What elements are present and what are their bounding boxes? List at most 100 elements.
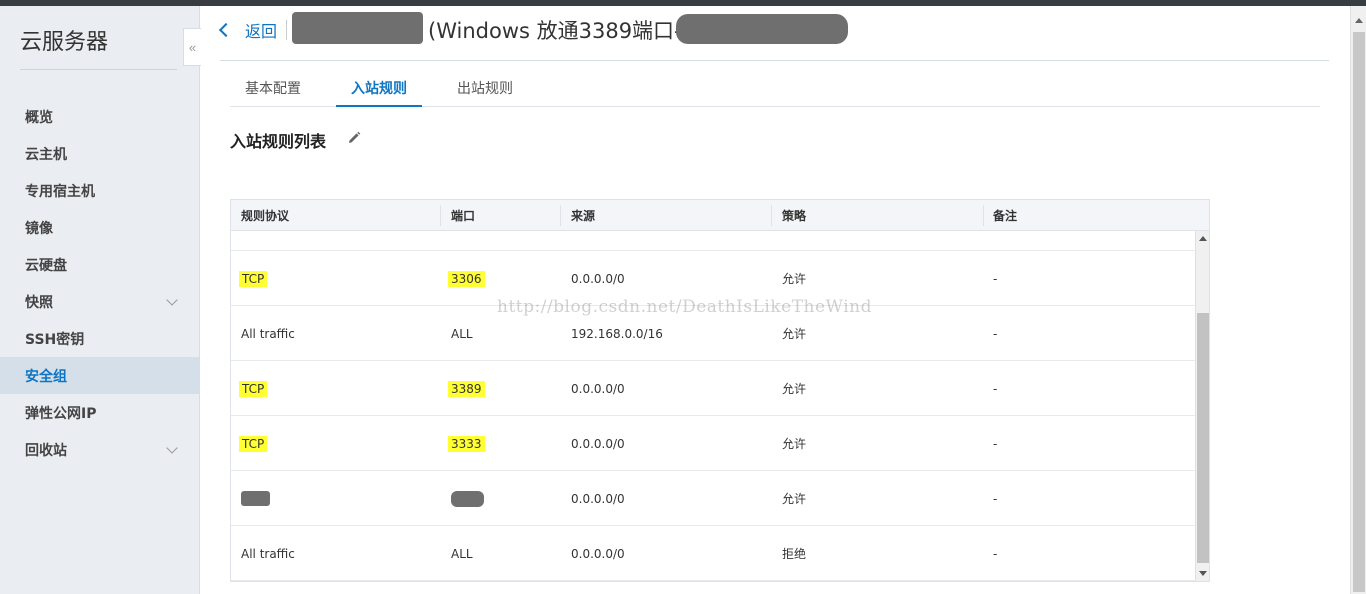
section-title: 入站规则列表: [230, 132, 327, 151]
tab-label: 基本配置: [245, 81, 301, 97]
highlighted-text: TCP: [239, 270, 268, 287]
tab-label: 入站规则: [351, 80, 407, 97]
sidebar-item-dedicated-host[interactable]: 专用宿主机: [0, 172, 200, 209]
tab-bar: 基本配置 入站规则 出站规则: [230, 70, 1320, 107]
back-label: 返回: [245, 22, 278, 41]
table-body: TCP 3306 0.0.0.0/0 允许 - All traffic ALL …: [231, 231, 1195, 581]
cell-protocol: All traffic: [241, 326, 295, 341]
sidebar-item-overview[interactable]: 概览: [0, 98, 200, 135]
sidebar-item-label: 弹性公网IP: [25, 405, 97, 422]
sidebar-item-label: 云主机: [25, 146, 67, 163]
sidebar-item-label: 安全组: [25, 368, 67, 385]
cell-note: -: [993, 436, 998, 451]
sidebar-item-snapshots[interactable]: 快照: [0, 283, 200, 320]
cell-note: -: [993, 381, 998, 396]
cell-policy: 允许: [782, 492, 807, 506]
cell-note: -: [993, 491, 998, 506]
inbound-rules-table: 规则协议 端口 来源 策略 备注 TCP 3306 0.0.0.0/0 允许 -…: [230, 199, 1210, 582]
cell-policy: 允许: [782, 272, 807, 286]
sidebar-item-label: 专用宿主机: [25, 183, 95, 200]
cell-source: 0.0.0.0/0: [571, 491, 625, 506]
sidebar-divider: [20, 69, 177, 70]
scroll-up-arrow-icon[interactable]: [1355, 18, 1363, 23]
tab-label: 出站规则: [457, 81, 513, 97]
chevron-down-icon: [166, 294, 178, 306]
sidebar: 云服务器 概览 云主机 专用宿主机 镜像 云硬盘 快照 SSH密钥 安全组 弹性…: [0, 6, 200, 594]
cell-source: 0.0.0.0/0: [571, 436, 625, 451]
table-row[interactable]: All traffic ALL 192.168.0.0/16 允许 -: [231, 306, 1195, 361]
sidebar-item-images[interactable]: 镜像: [0, 209, 200, 246]
sidebar-item-security-group[interactable]: 安全组: [0, 357, 200, 394]
page-title: (Windows 放通3389端口-: [428, 19, 682, 43]
double-chevron-left-icon: «: [188, 39, 197, 55]
column-header-note: 备注: [993, 209, 1018, 223]
cell-note: -: [993, 326, 998, 341]
cell-source: 0.0.0.0/0: [571, 546, 625, 561]
column-header-port: 端口: [451, 209, 476, 223]
table-row-partial: [231, 231, 1195, 251]
table-row[interactable]: TCP 3333 0.0.0.0/0 允许 -: [231, 416, 1195, 471]
scroll-up-arrow-icon[interactable]: [1199, 236, 1207, 241]
table-header: 规则协议 端口 来源 策略 备注: [231, 200, 1209, 231]
back-button[interactable]: 返回: [218, 18, 277, 42]
chevron-down-icon: [166, 442, 178, 454]
header-divider: [220, 60, 1329, 61]
cell-source: 0.0.0.0/0: [571, 381, 625, 396]
scrollbar-thumb[interactable]: [1353, 32, 1365, 592]
sidebar-title: 云服务器: [20, 30, 109, 55]
cell-protocol: [241, 471, 270, 526]
cell-protocol: TCP: [239, 361, 268, 416]
cell-port: 3333: [448, 416, 485, 471]
highlighted-text: 3333: [448, 435, 485, 452]
cell-port: 3389: [448, 361, 485, 416]
cell-port: ALL: [451, 326, 473, 341]
table-row[interactable]: All traffic ALL 0.0.0.0/0 拒绝 -: [231, 526, 1195, 581]
table-row[interactable]: TCP 3306 0.0.0.0/0 允许 -: [231, 251, 1195, 306]
sidebar-item-cloud-disk[interactable]: 云硬盘: [0, 246, 200, 283]
tab-inbound-rules[interactable]: 入站规则: [336, 70, 422, 107]
highlighted-text: TCP: [239, 435, 268, 452]
column-header-source: 来源: [571, 209, 596, 223]
table-row[interactable]: TCP 3389 0.0.0.0/0 允许 -: [231, 361, 1195, 416]
table-scrollbar[interactable]: [1195, 231, 1209, 581]
tab-basic-config[interactable]: 基本配置: [230, 70, 316, 106]
sidebar-item-label: 镜像: [25, 220, 53, 237]
sidebar-collapse-button[interactable]: «: [183, 28, 201, 66]
cell-source: 192.168.0.0/16: [571, 326, 663, 341]
cell-policy: 允许: [782, 382, 807, 396]
cell-source: 0.0.0.0/0: [571, 271, 625, 286]
scroll-down-arrow-icon[interactable]: [1199, 571, 1207, 576]
cell-policy: 允许: [782, 437, 807, 451]
cell-protocol: TCP: [239, 251, 268, 306]
edit-icon[interactable]: [346, 130, 362, 146]
cell-port: 3306: [448, 251, 485, 306]
cell-port: [451, 471, 484, 526]
highlighted-text: 3306: [448, 270, 485, 287]
cell-policy: 允许: [782, 327, 807, 341]
sidebar-item-ssh-keys[interactable]: SSH密钥: [0, 320, 200, 357]
column-header-protocol: 规则协议: [241, 209, 290, 223]
sidebar-item-elastic-ip[interactable]: 弹性公网IP: [0, 394, 200, 431]
scrollbar-thumb[interactable]: [1197, 313, 1209, 563]
sidebar-item-label: 回收站: [25, 442, 67, 459]
top-bar: [0, 0, 1366, 6]
cell-protocol: TCP: [239, 416, 268, 471]
header-separator: [286, 20, 287, 40]
sidebar-item-label: 概览: [25, 109, 53, 126]
cell-note: -: [993, 271, 998, 286]
chevron-left-icon: [218, 22, 234, 38]
sidebar-item-cloud-host[interactable]: 云主机: [0, 135, 200, 172]
table-row[interactable]: 0.0.0.0/0 允许 -: [231, 471, 1195, 526]
sidebar-item-recycle-bin[interactable]: 回收站: [0, 431, 200, 468]
redacted-protocol: [241, 491, 270, 506]
sidebar-item-label: 云硬盘: [25, 257, 67, 274]
page-scrollbar[interactable]: [1350, 6, 1366, 594]
cell-note: -: [993, 546, 998, 561]
sidebar-item-label: 快照: [25, 294, 53, 311]
redacted-title-suffix: [676, 14, 848, 44]
redacted-name: [292, 12, 423, 44]
sidebar-item-label: SSH密钥: [25, 331, 85, 348]
highlighted-text: TCP: [239, 380, 268, 397]
tab-outbound-rules[interactable]: 出站规则: [442, 70, 528, 106]
redacted-port: [451, 490, 484, 507]
